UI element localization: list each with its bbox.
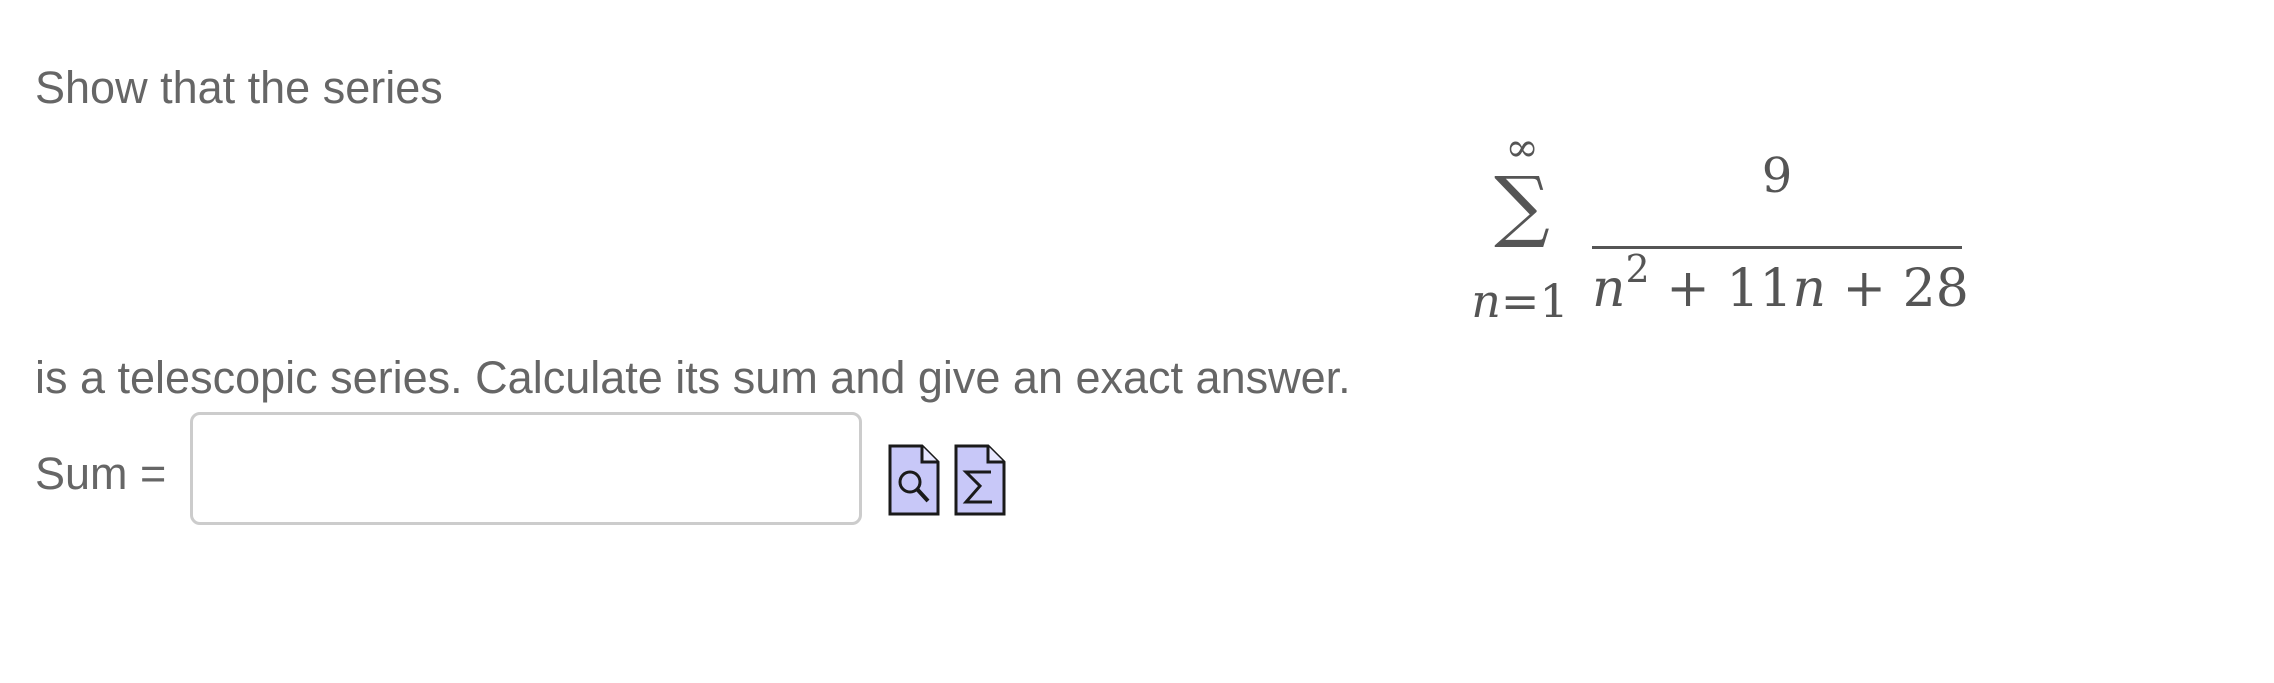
question-instruction: is a telescopic series. Calculate its su… [35, 352, 1351, 403]
fraction: 9 n2 + 11n + 28 [1592, 148, 1969, 338]
sum-label: Sum = [35, 448, 167, 499]
summation-lower-limit: n=1 [1440, 276, 1600, 326]
magnifier-document-icon [888, 444, 940, 516]
summation-symbol: ∑ [1494, 161, 1550, 251]
answer-row: Sum = [35, 412, 1135, 532]
fraction-numerator: 9 [1761, 148, 1793, 204]
denominator-var-2: n [1792, 259, 1826, 319]
equation-editor-button[interactable] [954, 444, 1006, 516]
denominator-var-1: n [1592, 259, 1626, 319]
series-formula: ∞ ∑ n=1 9 n2 + 11n + 28 [1440, 128, 1980, 338]
summation-index-start: =1 [1500, 274, 1569, 328]
denominator-exponent: 2 [1625, 246, 1650, 291]
summation-index-var: n [1471, 274, 1501, 328]
denominator-end: + 28 [1825, 259, 1969, 319]
summation: ∞ ∑ n=1 [1440, 128, 1580, 338]
fraction-denominator: n2 + 11n + 28 [1592, 250, 1969, 320]
question-prompt: Show that the series [35, 62, 443, 113]
denominator-middle: + 11 [1649, 259, 1793, 319]
sigma-document-icon [954, 444, 1006, 516]
sum-answer-input[interactable] [190, 412, 862, 525]
preview-answer-button[interactable] [888, 444, 940, 516]
